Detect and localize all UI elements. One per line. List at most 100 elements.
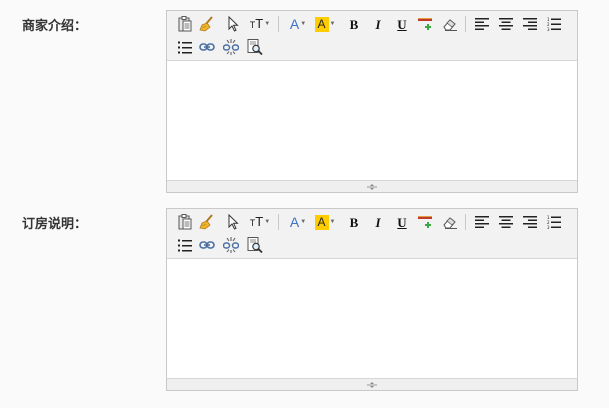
editor-toolbar: TT ▼ A ▼ A ▼ B I U 1 2 3	[167, 11, 577, 61]
align-right-icon	[523, 18, 537, 30]
italic-button[interactable]: I	[368, 212, 388, 232]
dropdown-caret-icon: ▼	[300, 219, 307, 225]
underline-button[interactable]: U	[392, 212, 412, 232]
horizontal-rule-icon	[418, 216, 432, 228]
eraser-icon	[443, 217, 457, 229]
broom-icon	[199, 16, 213, 32]
paste-button[interactable]	[175, 212, 195, 232]
insert-line-button[interactable]	[416, 212, 436, 232]
highlight-color-button[interactable]: A ▼	[313, 212, 337, 232]
select-all-button[interactable]	[223, 212, 243, 232]
unordered-list-button[interactable]	[175, 235, 195, 255]
eraser-icon	[443, 19, 457, 31]
dropdown-caret-icon: ▼	[264, 21, 271, 27]
rich-text-editor: TT ▼ A ▼ A ▼ B I U 1 2 3	[166, 10, 578, 193]
align-center-icon	[499, 18, 513, 30]
resize-grip-icon	[367, 183, 377, 190]
editor-resize-handle[interactable]	[167, 180, 577, 192]
toolbar-separator	[465, 214, 466, 230]
align-right-button[interactable]	[520, 14, 540, 34]
font-size-button[interactable]: TT ▼	[249, 212, 271, 232]
svg-text:3: 3	[547, 27, 550, 31]
link-icon	[199, 43, 215, 51]
bold-button[interactable]: B	[344, 212, 364, 232]
align-left-icon	[475, 18, 489, 30]
editor-content-area[interactable]	[167, 61, 577, 180]
select-all-button[interactable]	[223, 14, 243, 34]
preview-icon	[247, 237, 263, 253]
toolbar-separator	[465, 16, 466, 32]
font-color-icon: A	[289, 16, 300, 32]
preview-icon	[247, 39, 263, 55]
rich-text-editor: TT ▼ A ▼ A ▼ B I U 1 2 3	[166, 208, 578, 391]
resize-grip-icon	[367, 381, 377, 388]
highlight-icon: A	[314, 16, 329, 32]
field-label: 商家介绍：	[22, 19, 88, 34]
font-size-icon: TT	[249, 16, 264, 31]
font-color-button[interactable]: A ▼	[287, 212, 309, 232]
align-right-icon	[523, 216, 537, 228]
format-painter-button[interactable]	[197, 212, 217, 232]
highlight-icon: A	[314, 214, 329, 230]
remove-link-button[interactable]	[221, 235, 241, 255]
bold-icon: B	[349, 16, 359, 32]
clear-format-button[interactable]	[440, 14, 460, 34]
italic-icon: I	[375, 214, 381, 230]
dropdown-caret-icon: ▼	[264, 219, 271, 225]
toolbar-separator	[278, 16, 279, 32]
editor-content-area[interactable]	[167, 259, 577, 378]
underline-button[interactable]: U	[392, 14, 412, 34]
unlink-icon	[223, 237, 239, 253]
preview-button[interactable]	[245, 235, 265, 255]
field-label: 订房说明：	[22, 217, 88, 232]
italic-icon: I	[375, 16, 381, 32]
svg-text:3: 3	[547, 225, 550, 229]
insert-line-button[interactable]	[416, 14, 436, 34]
paste-button[interactable]	[175, 14, 195, 34]
align-left-button[interactable]	[472, 14, 492, 34]
insert-link-button[interactable]	[197, 235, 217, 255]
link-icon	[199, 241, 215, 249]
align-right-button[interactable]	[520, 212, 540, 232]
align-center-icon	[499, 216, 513, 228]
font-color-button[interactable]: A ▼	[287, 14, 309, 34]
bold-button[interactable]: B	[344, 14, 364, 34]
highlight-color-button[interactable]: A ▼	[313, 14, 337, 34]
editor-toolbar: TT ▼ A ▼ A ▼ B I U 1 2 3	[167, 209, 577, 259]
cursor-arrow-icon	[228, 16, 239, 32]
unordered-list-button[interactable]	[175, 37, 195, 57]
bullet-list-icon	[178, 239, 192, 251]
editor-resize-handle[interactable]	[167, 378, 577, 390]
align-left-button[interactable]	[472, 212, 492, 232]
paste-icon	[178, 214, 192, 230]
ordered-list-icon: 1 2 3	[547, 215, 561, 229]
ordered-list-button[interactable]: 1 2 3	[544, 14, 564, 34]
bullet-list-icon	[178, 41, 192, 53]
align-center-button[interactable]	[496, 14, 516, 34]
italic-button[interactable]: I	[368, 14, 388, 34]
font-size-icon: TT	[249, 214, 264, 229]
font-color-icon: A	[289, 214, 300, 230]
cursor-arrow-icon	[228, 214, 239, 230]
broom-icon	[199, 214, 213, 230]
ordered-list-icon: 1 2 3	[547, 17, 561, 31]
dropdown-caret-icon: ▼	[300, 21, 307, 27]
bold-icon: B	[349, 214, 359, 230]
horizontal-rule-icon	[418, 18, 432, 30]
paste-icon	[178, 16, 192, 32]
clear-format-button[interactable]	[440, 212, 460, 232]
preview-button[interactable]	[245, 37, 265, 57]
dropdown-caret-icon: ▼	[329, 219, 336, 225]
align-center-button[interactable]	[496, 212, 516, 232]
ordered-list-button[interactable]: 1 2 3	[544, 212, 564, 232]
insert-link-button[interactable]	[197, 37, 217, 57]
font-size-button[interactable]: TT ▼	[249, 14, 271, 34]
align-left-icon	[475, 216, 489, 228]
format-painter-button[interactable]	[197, 14, 217, 34]
underline-icon: U	[397, 214, 407, 230]
toolbar-separator	[278, 214, 279, 230]
dropdown-caret-icon: ▼	[329, 21, 336, 27]
remove-link-button[interactable]	[221, 37, 241, 57]
underline-icon: U	[397, 16, 407, 32]
unlink-icon	[223, 39, 239, 55]
